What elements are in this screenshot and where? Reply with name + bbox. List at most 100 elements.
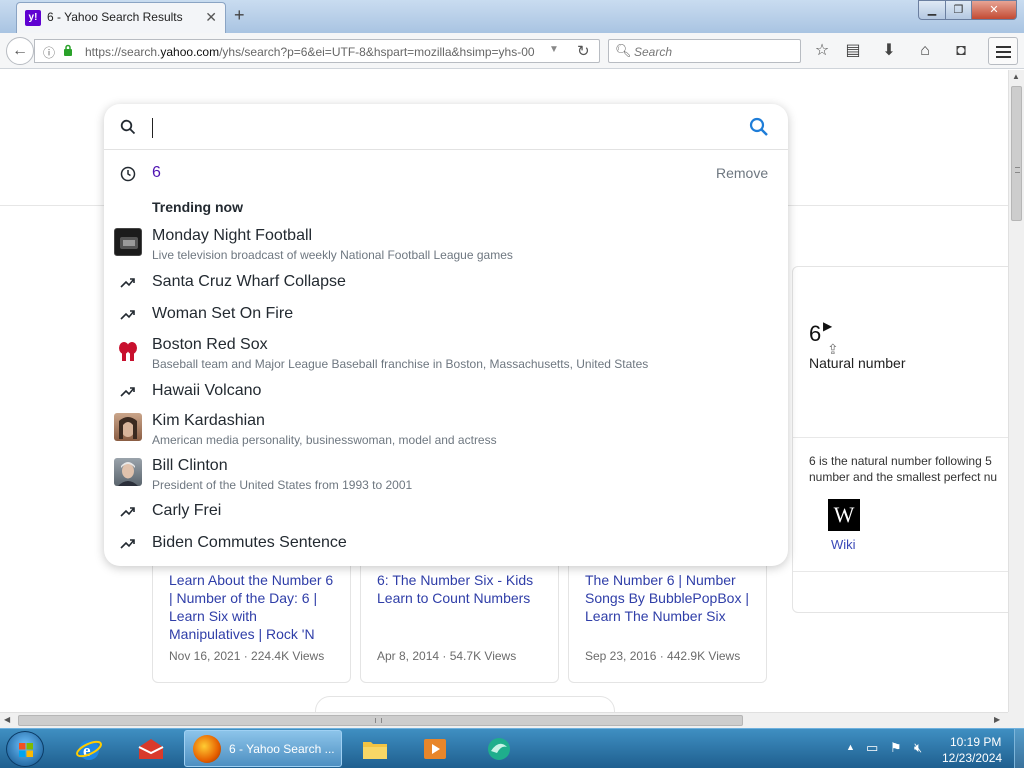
folder-icon (363, 742, 387, 759)
trending-icon (120, 387, 135, 397)
play-icon[interactable]: ▶ (823, 319, 832, 333)
title-bar: y! 6 - Yahoo Search Results ✕ + ▁ ❐ ✕ (0, 0, 1024, 33)
video-meta: Nov 16, 2021 · 224.4K Views (169, 649, 325, 663)
taskbar-firefox-active[interactable]: 6 - Yahoo Search ... (184, 730, 342, 767)
suggestion-title[interactable]: Hawaii Volcano (152, 382, 261, 400)
horizontal-scroll-thumb[interactable] (18, 715, 743, 726)
suggestion-title[interactable]: Carly Frei (152, 502, 221, 520)
url-dropdown-icon[interactable]: ▼ (549, 44, 559, 55)
kp-title: 6 (809, 321, 822, 346)
lock-icon (64, 44, 72, 56)
yahoo-favicon-icon: y! (25, 10, 41, 26)
kp-subtitle: Natural number (809, 355, 906, 371)
url-bar[interactable]: ⓘ https://search.yahoo.com/yhs/search?p=… (34, 39, 600, 63)
hamburger-menu-icon[interactable] (988, 37, 1018, 65)
suggestion-title[interactable]: Woman Set On Fire (152, 305, 293, 323)
windows-logo-icon (19, 743, 33, 757)
window-close-button[interactable]: ✕ (971, 0, 1017, 20)
url-text[interactable]: https://search.yahoo.com/yhs/search?p=6&… (85, 45, 540, 59)
browser-search-bar[interactable]: 🔍︎ Search (608, 39, 801, 63)
volume-muted-icon[interactable]: 🔇︎ (914, 740, 930, 756)
video-title[interactable]: Learn About the Number 6 | Number of the… (169, 571, 339, 643)
media-player-icon (424, 739, 446, 759)
action-center-icon[interactable]: ▭ (866, 740, 882, 756)
internet-explorer-icon: e (76, 740, 102, 760)
vertical-scroll-thumb[interactable] (1011, 86, 1022, 221)
kim-kardashian-thumbnail (114, 413, 142, 441)
taskbar-explorer[interactable] (348, 731, 402, 767)
window-minimize-button[interactable]: ▁ (918, 0, 946, 20)
history-query[interactable]: 6 (152, 164, 161, 182)
taskbar-internet-explorer[interactable]: e (62, 731, 116, 767)
suggestion-title[interactable]: Boston Red Sox (152, 336, 268, 354)
pocket-icon[interactable]: ◘ (951, 41, 971, 61)
suggestion-title[interactable]: Biden Commutes Sentence (152, 534, 347, 552)
back-icon: ← (12, 42, 28, 59)
clock-time[interactable]: 10:19 PM (950, 735, 1001, 749)
back-button[interactable]: ← (6, 37, 34, 65)
kp-divider (793, 571, 1008, 572)
suggestion-subtitle: American media personality, businesswoma… (152, 433, 497, 447)
scroll-right-icon[interactable]: ▶ (994, 715, 1000, 724)
view-all-button[interactable] (315, 696, 615, 712)
scroll-up-icon[interactable]: ▲ (1012, 72, 1020, 81)
download-icon[interactable]: ⬇ (879, 41, 899, 61)
start-button[interactable] (6, 731, 44, 767)
flag-tray-icon[interactable]: ⚑ (890, 740, 906, 756)
trending-icon (120, 507, 135, 517)
bill-clinton-thumbnail (114, 458, 142, 486)
windows-taskbar: e 6 - Yahoo Search ... ▲ ▭ ⚑ 🔇︎ 10:19 PM… (0, 728, 1024, 768)
page-content: 6 ▶ ⇪ Natural number 6 is the natural nu… (0, 70, 1008, 712)
suggestion-subtitle: Baseball team and Major League Baseball … (152, 357, 649, 371)
dropdown-divider (104, 149, 788, 150)
wikipedia-icon[interactable]: W (828, 499, 860, 531)
trending-header: Trending now (152, 199, 243, 215)
tab-title: 6 - Yahoo Search Results (47, 10, 183, 24)
suggestion-subtitle: President of the United States from 1993… (152, 478, 413, 492)
trending-icon (120, 278, 135, 288)
video-meta: Sep 23, 2016 · 442.9K Views (585, 649, 741, 663)
clock-date[interactable]: 12/23/2024 (942, 751, 1002, 765)
reading-list-icon[interactable]: ▤ (843, 41, 863, 61)
taskbar-app-green[interactable] (472, 731, 526, 767)
search-submit-icon[interactable] (749, 117, 769, 137)
window-maximize-button[interactable]: ❐ (945, 0, 972, 20)
taskbar-media-player[interactable] (408, 731, 462, 767)
kp-description: 6 is the natural number following 5 numb… (809, 454, 998, 484)
tab-yahoo-search[interactable]: y! 6 - Yahoo Search Results ✕ (16, 2, 226, 33)
video-meta: Apr 8, 2014 · 54.7K Views (377, 649, 517, 663)
new-tab-icon[interactable]: + (234, 6, 245, 24)
suggestion-title[interactable]: Monday Night Football (152, 227, 312, 245)
suggestion-title[interactable]: Bill Clinton (152, 457, 228, 475)
reload-icon[interactable]: ↻ (577, 42, 590, 60)
show-hidden-icons-icon[interactable]: ▲ (846, 742, 855, 752)
search-input[interactable] (152, 118, 153, 138)
home-icon[interactable]: ⌂ (915, 41, 935, 61)
wiki-link[interactable]: Wiki (831, 537, 856, 552)
search-icon (120, 119, 136, 135)
suggestion-title[interactable]: Santa Cruz Wharf Collapse (152, 273, 346, 291)
bookmark-star-icon[interactable]: ☆ (812, 41, 832, 61)
red-box-app-icon (138, 739, 164, 759)
suggestion-title[interactable]: Kim Kardashian (152, 412, 265, 430)
video-title[interactable]: 6: The Number Six - Kids Learn to Count … (377, 571, 547, 607)
navigation-toolbar: ← ⓘ https://search.yahoo.com/yhs/search?… (0, 33, 1024, 69)
trending-icon (120, 539, 135, 549)
vertical-scrollbar[interactable]: ▲ (1008, 70, 1024, 712)
search-icon: 🔍︎ (615, 43, 632, 58)
horizontal-scrollbar[interactable]: ◀ ▶ (0, 712, 1008, 728)
tab-close-icon[interactable]: ✕ (205, 9, 217, 26)
active-task-label: 6 - Yahoo Search ... (229, 742, 335, 756)
remove-history-button[interactable]: Remove (716, 165, 768, 181)
taskbar-app-red[interactable] (124, 731, 178, 767)
red-sox-logo-icon (114, 337, 142, 365)
scroll-left-icon[interactable]: ◀ (4, 715, 10, 724)
search-suggestions-dropdown: 6 Remove Trending now Monday Night Footb… (104, 104, 788, 566)
trending-icon (120, 310, 135, 320)
video-title[interactable]: The Number 6 | Number Songs By BubblePop… (585, 571, 755, 625)
info-icon[interactable]: ⓘ (43, 44, 55, 61)
green-app-icon (488, 738, 510, 760)
show-desktop-button[interactable] (1014, 729, 1024, 768)
suggestion-subtitle: Live television broadcast of weekly Nati… (152, 248, 513, 262)
kp-divider (793, 437, 1008, 438)
